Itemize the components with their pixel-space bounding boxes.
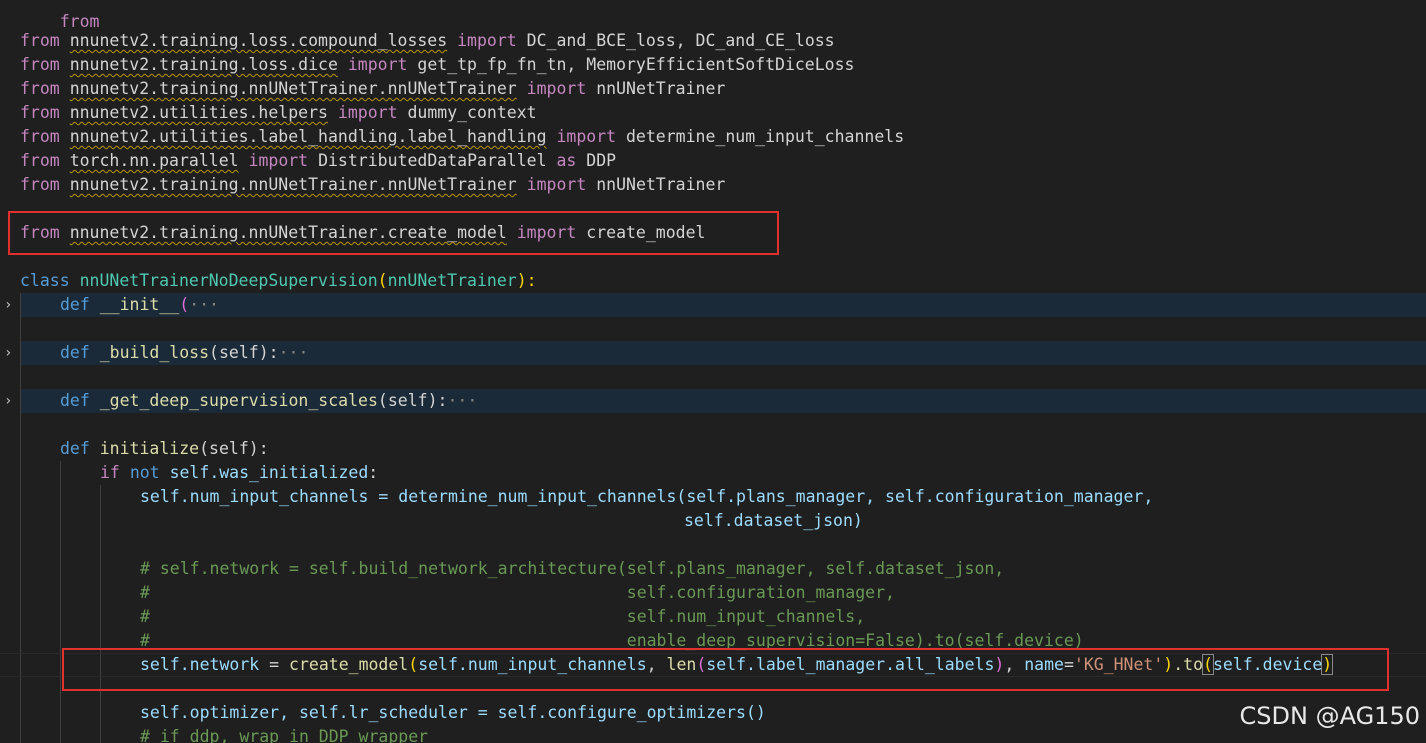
network-highlight-box <box>62 648 1389 691</box>
code-line-def-ds-scales[interactable]: def _get_deep_supervision_scales(self):·… <box>60 389 477 413</box>
indent-guide <box>60 461 61 743</box>
folded-region-bg-init <box>20 293 1426 317</box>
code-line-num-input-channels: self.num_input_channels = determine_num_… <box>140 487 1154 506</box>
fold-chevron-icon[interactable]: › <box>4 341 14 365</box>
code-line-def-initialize: def initialize(self): <box>60 439 269 458</box>
code-line-partial: from <box>59 12 100 31</box>
watermark: CSDN @AG150 <box>1239 702 1420 730</box>
code-comment-3: # self.num_input_channels, <box>140 607 866 626</box>
code-line-import-6: from torch.nn.parallel import Distribute… <box>20 151 617 170</box>
code-line-import-1: from nnunetv2.training.loss.compound_los… <box>20 31 835 50</box>
code-line-def-build-loss[interactable]: def _build_loss(self):··· <box>60 341 308 365</box>
code-line-import-2: from nnunetv2.training.loss.dice import … <box>20 55 855 74</box>
code-line-if: if not self.was_initialized: <box>100 463 379 482</box>
fold-chevron-icon[interactable]: › <box>4 293 14 317</box>
code-line-import-4: from nnunetv2.utilities.helpers import d… <box>20 103 537 122</box>
import-highlight-box <box>8 211 779 255</box>
code-editor[interactable]: from from nnunetv2.training.loss.compoun… <box>0 0 1426 743</box>
code-comment-1: # self.network = self.build_network_arch… <box>140 559 1005 578</box>
code-line-import-5: from nnunetv2.utilities.label_handling.l… <box>20 127 905 146</box>
code-line-optimizer: self.optimizer, self.lr_scheduler = self… <box>140 703 766 722</box>
indent-guide <box>100 485 101 743</box>
code-line-import-3: from nnunetv2.training.nnUNetTrainer.nnU… <box>20 79 726 98</box>
code-line-dataset-json: self.dataset_json) <box>684 511 863 530</box>
fold-chevron-icon[interactable]: › <box>4 389 14 413</box>
code-comment-2: # self.configuration_manager, <box>140 583 895 602</box>
code-line-class: class nnUNetTrainerNoDeepSupervision(nnU… <box>20 271 537 290</box>
code-line-import-7: from nnunetv2.training.nnUNetTrainer.nnU… <box>20 175 726 194</box>
code-line-def-init[interactable]: def __init__(··· <box>60 293 219 317</box>
code-comment-ddp: # if ddp, wrap in DDP wrapper <box>140 727 429 743</box>
